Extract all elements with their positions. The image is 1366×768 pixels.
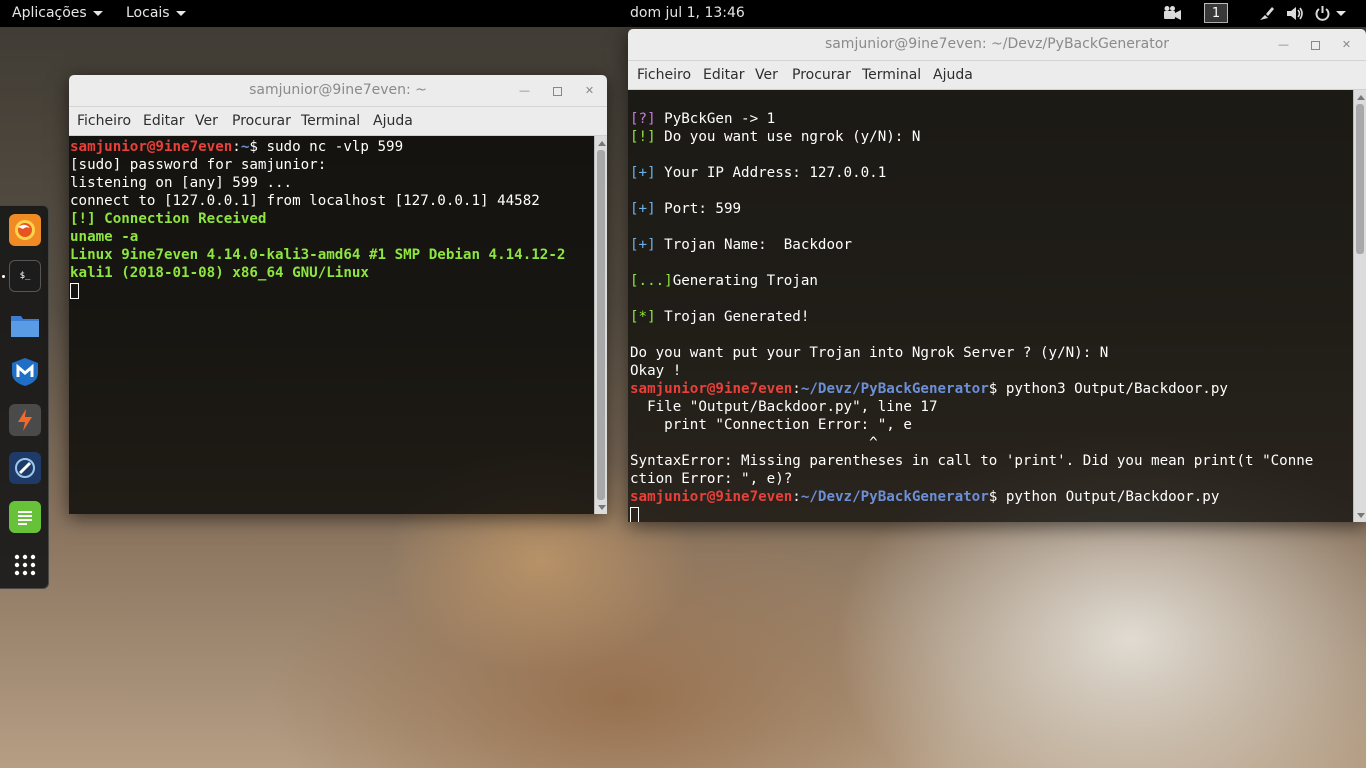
terminal-line: [sudo] password for samjunior: bbox=[70, 157, 327, 173]
terminal-line bbox=[70, 282, 607, 300]
chevron-down-icon[interactable] bbox=[1336, 11, 1346, 16]
clock[interactable]: dom jul 1, 13:46 bbox=[630, 0, 745, 27]
terminal-line: [...]Generating Trojan bbox=[630, 273, 818, 289]
terminal-line: [*] Trojan Generated! bbox=[630, 309, 810, 325]
menu-view[interactable]: Ver bbox=[195, 107, 218, 135]
terminal-line: Okay ! bbox=[630, 363, 682, 379]
menu-help[interactable]: Ajuda bbox=[933, 61, 973, 89]
close-icon[interactable]: ✕ bbox=[1339, 37, 1354, 52]
menu-edit[interactable]: Editar bbox=[703, 61, 744, 89]
terminal-line: SyntaxError: Missing parentheses in call… bbox=[630, 453, 1314, 469]
applications-label: Aplicações bbox=[12, 5, 87, 21]
window-titlebar[interactable]: samjunior@9ine7even: ~ — ✕ bbox=[69, 75, 607, 107]
menu-bar: Ficheiro Editar Ver Procurar Terminal Aj… bbox=[628, 61, 1366, 90]
terminal-window-pybackgenerator[interactable]: samjunior@9ine7even: ~/Devz/PyBackGenera… bbox=[628, 29, 1366, 522]
window-titlebar[interactable]: samjunior@9ine7even: ~/Devz/PyBackGenera… bbox=[628, 29, 1366, 61]
minimize-icon[interactable]: — bbox=[517, 83, 532, 98]
chevron-down-icon bbox=[92, 10, 103, 16]
scroll-up-icon[interactable] bbox=[1357, 95, 1365, 100]
terminal-line: [+] Trojan Name: Backdoor bbox=[630, 237, 853, 253]
terminal-line: print "Connection Error: ", e bbox=[630, 417, 912, 433]
terminal-line: [!] Connection Received bbox=[70, 211, 267, 227]
terminal-line: samjunior@9ine7even:~$ sudo nc -vlp 599 bbox=[70, 139, 404, 155]
dock: $_ bbox=[0, 205, 49, 589]
terminal-line: [+] Your IP Address: 127.0.0.1 bbox=[630, 165, 887, 181]
text-editor-icon[interactable] bbox=[9, 501, 41, 533]
files-icon[interactable] bbox=[9, 309, 41, 341]
terminal-line bbox=[630, 506, 1366, 522]
terminal-output[interactable]: [?] PyBckGen -> 1 [!] Do you want use ng… bbox=[628, 90, 1366, 522]
menu-search[interactable]: Procurar bbox=[792, 61, 851, 89]
menu-edit[interactable]: Editar bbox=[143, 107, 184, 135]
terminal-line: connect to [127.0.0.1] from localhost [1… bbox=[70, 193, 540, 209]
maximize-icon[interactable] bbox=[550, 83, 565, 98]
burpsuite-icon[interactable] bbox=[9, 404, 41, 436]
close-icon[interactable]: ✕ bbox=[582, 83, 597, 98]
scrollbar-thumb[interactable] bbox=[1356, 104, 1364, 254]
places-menu[interactable]: Locais bbox=[126, 0, 186, 27]
scrollbar[interactable] bbox=[594, 136, 607, 514]
applications-menu[interactable]: Aplicações bbox=[12, 0, 103, 27]
terminal-line: File "Output/Backdoor.py", line 17 bbox=[630, 399, 938, 415]
terminal-line: [+] Port: 599 bbox=[630, 201, 742, 217]
text-cursor bbox=[630, 507, 639, 522]
firefox-icon[interactable] bbox=[9, 214, 41, 246]
menu-file[interactable]: Ficheiro bbox=[77, 107, 131, 135]
scrollbar[interactable] bbox=[1353, 90, 1366, 522]
power-icon[interactable] bbox=[1314, 5, 1331, 22]
video-camera-icon[interactable] bbox=[1163, 5, 1182, 22]
menu-terminal[interactable]: Terminal bbox=[862, 61, 921, 89]
terminal-output[interactable]: samjunior@9ine7even:~$ sudo nc -vlp 599 … bbox=[69, 136, 607, 514]
top-panel: Aplicações Locais dom jul 1, 13:46 1 bbox=[0, 0, 1366, 27]
workspace-indicator[interactable]: 1 bbox=[1204, 3, 1228, 23]
terminal-line: listening on [any] 599 ... bbox=[70, 175, 293, 191]
menu-search[interactable]: Procurar bbox=[232, 107, 291, 135]
terminal-line: Linux 9ine7even 4.14.0-kali3-amd64 #1 SM… bbox=[70, 247, 566, 263]
terminal-line: ^ bbox=[630, 435, 878, 451]
terminal-line: uname -a bbox=[70, 229, 139, 245]
menu-file[interactable]: Ficheiro bbox=[637, 61, 691, 89]
terminal-line: samjunior@9ine7even:~/Devz/PyBackGenerat… bbox=[630, 489, 1220, 505]
scroll-down-icon[interactable] bbox=[598, 505, 606, 510]
places-label: Locais bbox=[126, 5, 170, 21]
scroll-down-icon[interactable] bbox=[1357, 513, 1365, 518]
chevron-down-icon bbox=[175, 10, 186, 16]
window-title: samjunior@9ine7even: ~/Devz/PyBackGenera… bbox=[824, 36, 1170, 52]
armitage-icon[interactable] bbox=[9, 452, 41, 484]
menu-terminal[interactable]: Terminal bbox=[301, 107, 360, 135]
menu-view[interactable]: Ver bbox=[755, 61, 778, 89]
running-indicator bbox=[2, 275, 5, 278]
text-cursor bbox=[70, 283, 79, 299]
terminal-line: [!] Do you want use ngrok (y/N): N bbox=[630, 129, 921, 145]
scrollbar-thumb[interactable] bbox=[597, 150, 605, 500]
terminal-icon[interactable]: $_ bbox=[9, 260, 41, 292]
terminal-line: [?] PyBckGen -> 1 bbox=[630, 111, 776, 127]
menu-help[interactable]: Ajuda bbox=[373, 107, 413, 135]
metasploit-icon[interactable] bbox=[9, 356, 41, 388]
terminal-line: kali1 (2018-01-08) x86_64 GNU/Linux bbox=[70, 265, 369, 281]
terminal-line: ction Error: ", e)? bbox=[630, 471, 793, 487]
window-title: samjunior@9ine7even: ~ bbox=[249, 82, 427, 98]
volume-icon[interactable] bbox=[1286, 5, 1304, 22]
menu-bar: Ficheiro Editar Ver Procurar Terminal Aj… bbox=[69, 107, 607, 136]
terminal-window-home[interactable]: samjunior@9ine7even: ~ — ✕ Ficheiro Edit… bbox=[69, 75, 607, 514]
scroll-up-icon[interactable] bbox=[598, 141, 606, 146]
maximize-icon[interactable] bbox=[1308, 37, 1323, 52]
pen-tool-icon[interactable] bbox=[1258, 5, 1275, 22]
show-apps-icon[interactable] bbox=[9, 549, 41, 581]
minimize-icon[interactable]: — bbox=[1276, 37, 1291, 52]
terminal-line: Do you want put your Trojan into Ngrok S… bbox=[630, 345, 1109, 361]
terminal-line: samjunior@9ine7even:~/Devz/PyBackGenerat… bbox=[630, 381, 1228, 397]
